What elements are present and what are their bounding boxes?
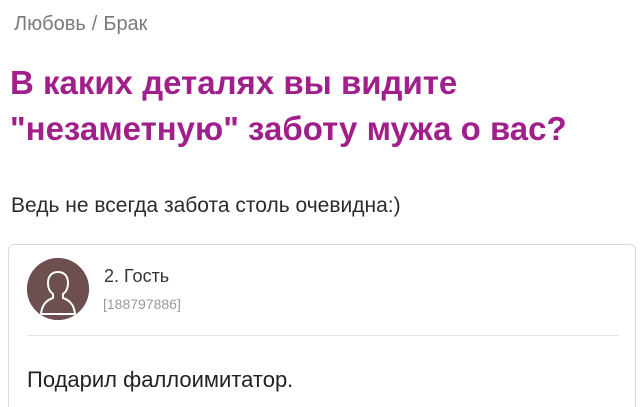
breadcrumb-separator: / (91, 13, 98, 35)
page: Любовь / Брак В каких деталях вы видите "н… (0, 0, 640, 407)
comment-card: 2. Гость [188797886] Подарил фаллоимитат… (8, 244, 636, 407)
avatar[interactable] (27, 258, 89, 320)
breadcrumb-item-marriage[interactable]: Брак (103, 13, 147, 35)
breadcrumb-item-love[interactable]: Любовь (14, 13, 86, 35)
comment-author[interactable]: 2. Гость (104, 265, 169, 287)
comment-author-id: [188797886] (103, 296, 181, 312)
comment-divider (27, 335, 619, 336)
topic-body: Ведь не всегда забота столь очевидна:) (11, 194, 401, 217)
comment-text: Подарил фаллоимитатор. (27, 367, 294, 392)
user-silhouette-icon (27, 258, 89, 320)
page-title: В каких деталях вы видите "незаметную" з… (10, 64, 567, 147)
breadcrumb: Любовь / Брак (14, 12, 147, 36)
